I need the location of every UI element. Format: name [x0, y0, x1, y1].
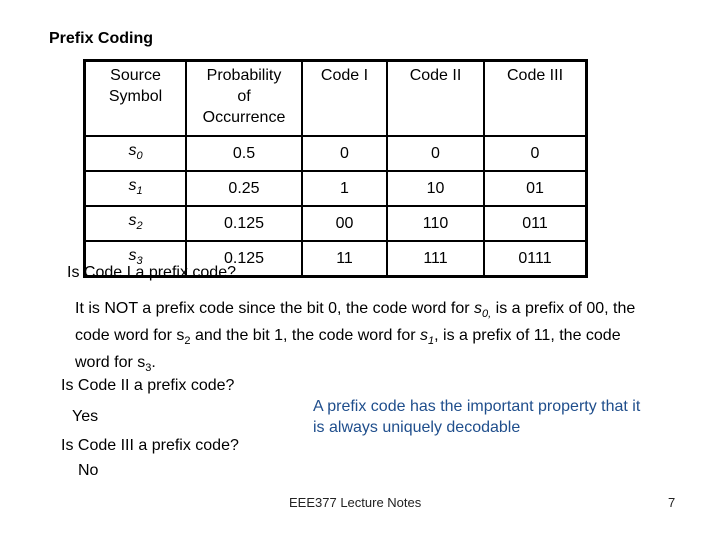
answer-code-2: Yes [72, 408, 99, 425]
cell-code-2: 111 [386, 240, 485, 278]
header-text: Source [110, 67, 161, 84]
symbol-subscript: 0, [482, 308, 492, 320]
answer-text: and the bit 1, the code word for [190, 327, 420, 344]
header-text: Code III [506, 67, 564, 84]
cell-code-3: 0111 [483, 240, 588, 278]
prefix-code-table: Source Symbol Probability of Occurrence … [83, 59, 588, 278]
cell-code-3: 011 [483, 205, 588, 242]
table-row: s2 0.125 00 110 011 [83, 205, 588, 242]
header-text: of [237, 88, 251, 105]
footer-text: EEE377 Lecture Notes [289, 495, 422, 510]
symbol-text: s [474, 300, 483, 317]
table-header-row: Source Symbol Probability of Occurrence … [83, 59, 588, 137]
cell-probability: 0.125 [185, 205, 303, 242]
cell-symbol: s2 [83, 205, 187, 242]
symbol-subscript: 2 [136, 220, 143, 232]
answer-text: . [151, 354, 156, 371]
cell-code-3: 0 [483, 135, 588, 172]
cell-code-1: 00 [301, 205, 388, 242]
cell-symbol: s0 [83, 135, 187, 172]
cell-code-1: 1 [301, 170, 388, 207]
header-code-1: Code I [301, 59, 388, 137]
cell-code-1: 0 [301, 135, 388, 172]
cell-probability: 0.25 [185, 170, 303, 207]
answer-code-1: It is NOT a prefix code since the bit 0,… [75, 298, 655, 379]
header-source-symbol: Source Symbol [83, 59, 187, 137]
header-text: Code II [409, 67, 462, 84]
table-row: s0 0.5 0 0 0 [83, 135, 588, 172]
cell-code-2: 10 [386, 170, 485, 207]
symbol-text: s [420, 327, 428, 344]
header-text: Symbol [108, 88, 163, 105]
cell-code-2: 0 [386, 135, 485, 172]
table-row: s1 0.25 1 10 01 [83, 170, 588, 207]
cell-code-1: 11 [301, 240, 388, 278]
prefix-property-note: A prefix code has the important property… [313, 398, 641, 436]
header-text: Occurrence [202, 109, 286, 126]
slide-title: Prefix Coding [49, 30, 154, 47]
question-code-2: Is Code II a prefix code? [61, 377, 235, 394]
header-code-2: Code II [386, 59, 485, 137]
header-text: Code I [320, 67, 369, 84]
cell-symbol: s1 [83, 170, 187, 207]
cell-code-2: 110 [386, 205, 485, 242]
symbol-subscript: 1 [136, 185, 143, 197]
header-code-3: Code III [483, 59, 588, 137]
answer-text: It is NOT a prefix code since the bit 0,… [75, 300, 475, 317]
page-number: 7 [668, 495, 676, 510]
cell-probability: 0.5 [185, 135, 303, 172]
cell-code-3: 01 [483, 170, 588, 207]
header-text: Probability [206, 67, 282, 84]
answer-code-3: No [78, 462, 99, 479]
question-code-3: Is Code III a prefix code? [61, 437, 239, 454]
question-code-1: Is Code I a prefix code? [67, 264, 236, 281]
symbol-subscript: 0 [136, 150, 143, 162]
header-probability: Probability of Occurrence [185, 59, 303, 137]
